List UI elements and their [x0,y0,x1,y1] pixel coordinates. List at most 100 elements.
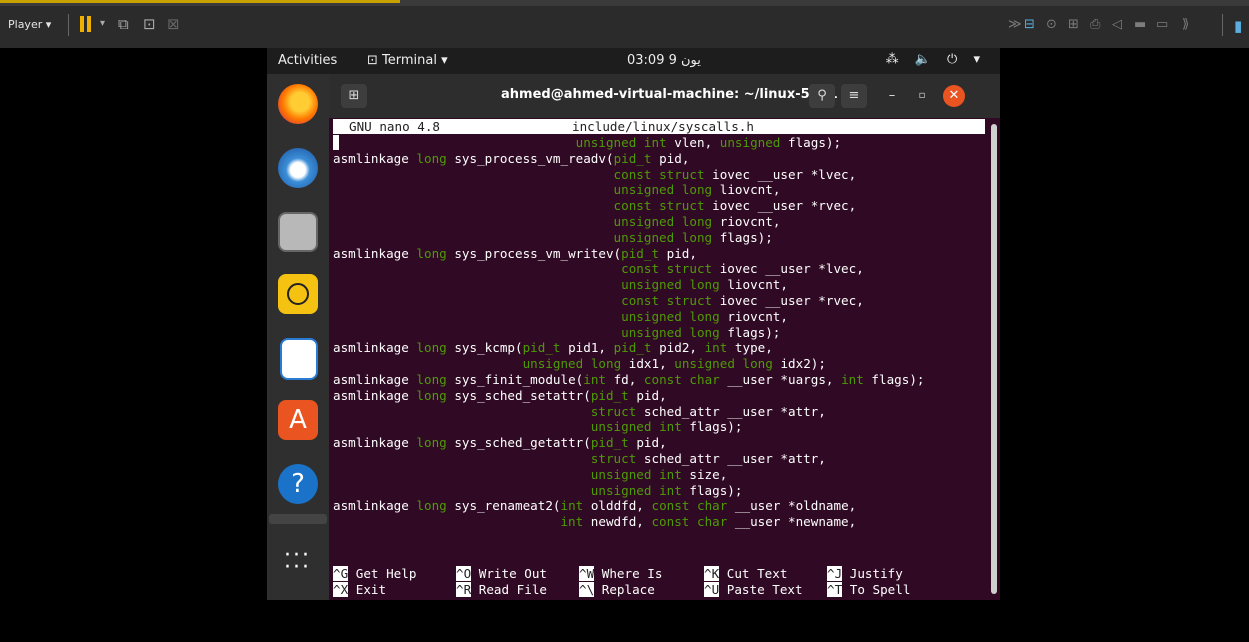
code-line: const struct iovec __user *lvec, [613,166,857,182]
chevron-down-icon[interactable]: ▾ [100,16,105,32]
nano-version: GNU nano 4.8 [349,119,440,134]
shortcut-item[interactable]: ^T To Spell [827,582,910,598]
shortcut-item[interactable]: ^W Where Is [579,566,662,582]
code-line: unsigned long riovcnt, [613,214,781,229]
search-icon[interactable]: ⚲ [809,84,835,108]
shortcut-key: ^J [827,566,843,581]
hdd-icon[interactable]: ▬ [1134,17,1146,32]
code-line: asmlinkage long sys_sched_getattr(pid_t … [333,435,667,451]
code-line: unsigned long flags); [621,324,781,340]
gnome-top-bar: Activities ⊡ Terminal ▾ 03:09 9 يون ⁂ 🔈 … [267,48,1000,74]
code-line: unsigned long flags); [613,229,773,245]
code-line: unsigned long riovcnt, [621,308,788,324]
code-line: asmlinkage long sys_sched_setattr(pid_t … [333,387,667,403]
code-line: const struct iovec __user *rvec, [621,293,864,308]
player-accent-strip [0,0,400,3]
code-line: unsigned int flags); [590,419,743,435]
ubuntu-dock: A ? ··· ··· [267,74,329,600]
shortcut-key: ^K [704,566,720,581]
terminal-app-menu[interactable]: ⊡ Terminal ▾ [367,53,448,68]
code-line: asmlinkage long sys_process_vm_writev(pi… [333,245,697,261]
printer-icon[interactable]: ⎙ [1090,17,1100,32]
code-line: unsigned int flags); [590,482,743,498]
code-line: unsigned int vlen, unsigned flags); [575,135,842,150]
vm-screen[interactable]: Activities ⊡ Terminal ▾ 03:09 9 يون ⁂ 🔈 … [267,48,1000,600]
shortcut-key: ^O [456,566,472,581]
send-ctrl-alt-del-icon[interactable]: ⧉ [118,16,129,32]
shortcut-item[interactable]: ^K Cut Text [704,566,787,582]
code-line: unsigned long liovcnt, [613,182,781,198]
clock[interactable]: 03:09 9 يون [627,53,701,68]
shortcut-key: ^W [579,566,595,581]
dock-scroll-indicator [269,514,327,524]
code-line: asmlinkage long sys_process_vm_readv(pid… [333,150,690,166]
shortcut-label: Cut Text [719,566,788,581]
thunderbird-icon[interactable] [278,148,318,188]
shortcut-label: Read File [471,582,547,597]
pause-icon[interactable] [80,16,92,32]
speaker-cone [287,283,309,305]
code-line: struct sched_attr __user *attr, [590,403,826,419]
code-line: unsigned long liovcnt, [621,277,788,293]
code-line: asmlinkage long sys_renameat2(int olddfd… [333,498,857,514]
toolbar-separator [1222,14,1223,36]
chevron-right-icon[interactable]: ⟫ [1182,17,1189,32]
display-icon[interactable]: ▭ [1156,17,1168,32]
shortcut-key: ^R [456,582,472,597]
shortcut-item[interactable]: ^R Read File [456,582,547,598]
forward-icon[interactable]: ≫ [1008,17,1022,32]
shortcut-label: Write Out [471,566,547,581]
nano-header-bar: GNU nano 4.8 include/linux/syscalls.h [333,119,985,134]
nano-editor[interactable]: GNU nano 4.8 include/linux/syscalls.h uns… [331,118,991,600]
message-icon[interactable]: ▮ [1234,17,1242,35]
code-line: const struct iovec __user *lvec, [621,261,864,277]
code-line: int newdfd, const char __user *newname, [560,514,857,530]
close-icon[interactable]: ✕ [943,85,965,107]
shortcut-item[interactable]: ^X Exit [333,582,386,598]
player-menu[interactable]: Player ▾ [8,18,51,31]
terminal-menu-label: Terminal ▾ [382,53,448,68]
shortcut-key: ^T [827,582,843,597]
rhythmbox-icon[interactable] [278,274,318,314]
shortcut-item[interactable]: ^G Get Help [333,566,416,582]
firefox-icon[interactable] [278,84,318,124]
toolbar-separator [68,14,69,36]
terminal-small-icon: ⊡ [367,53,383,68]
fullscreen-icon[interactable]: ⊡ [143,16,156,32]
system-tray[interactable]: ⁂ 🔈 ⏻ ▾ [886,52,986,67]
player-toolbar: Player ▾ ▾ ⧉ ⊡ ⊠ ≫ ⊟ ⊙ ⊞ ⎙ ◁ ▬ ▭ ⟫ ▮ [0,0,1249,48]
minimize-icon[interactable]: – [879,84,905,108]
maximize-icon[interactable]: ▫ [909,84,935,108]
shortcut-label: Justify [842,566,903,581]
activities-button[interactable]: Activities [278,53,337,68]
shortcut-item[interactable]: ^U Paste Text [704,582,803,598]
network-icon[interactable]: ⊞ [1068,17,1079,32]
shortcut-label: Where Is [594,566,663,581]
terminal-scrollbar[interactable] [991,124,997,594]
help-icon[interactable]: ? [278,464,318,504]
sound-icon[interactable]: ◁ [1112,17,1122,32]
new-tab-icon[interactable]: ⊞ [341,84,367,108]
software-store-icon[interactable]: A [278,400,318,440]
show-applications-icon[interactable]: ··· ··· [284,545,314,580]
terminal-titlebar[interactable]: ⊞ ahmed@ahmed-virtual-machine: ~/linux-5… [329,74,1000,118]
window-title: ahmed@ahmed-virtual-machine: ~/linux-5.8… [501,87,838,102]
shortcut-key: ^G [333,566,349,581]
terminal-window[interactable]: ⊞ ahmed@ahmed-virtual-machine: ~/linux-5… [329,74,1000,600]
shortcut-label: Exit [348,582,387,597]
shortcut-key: ^X [333,582,349,597]
libreoffice-writer-icon[interactable] [280,338,318,380]
files-icon[interactable] [278,212,318,252]
shortcut-item[interactable]: ^O Write Out [456,566,547,582]
shortcut-key: ^\ [579,582,595,597]
nano-filename: include/linux/syscalls.h [572,119,754,134]
code-line: asmlinkage long sys_kcmp(pid_t pid1, pid… [333,340,773,356]
network-adapter-icon[interactable]: ⊟ [1024,17,1035,32]
hamburger-menu-icon[interactable]: ≡ [841,84,867,108]
code-line: const struct iovec __user *rvec, [613,198,857,214]
cd-icon[interactable]: ⊙ [1046,17,1057,32]
unity-icon[interactable]: ⊠ [167,16,180,32]
shortcut-item[interactable]: ^J Justify [827,566,903,582]
shortcut-item[interactable]: ^\ Replace [579,582,655,598]
code-line: asmlinkage long sys_finit_module(int fd,… [333,372,925,387]
